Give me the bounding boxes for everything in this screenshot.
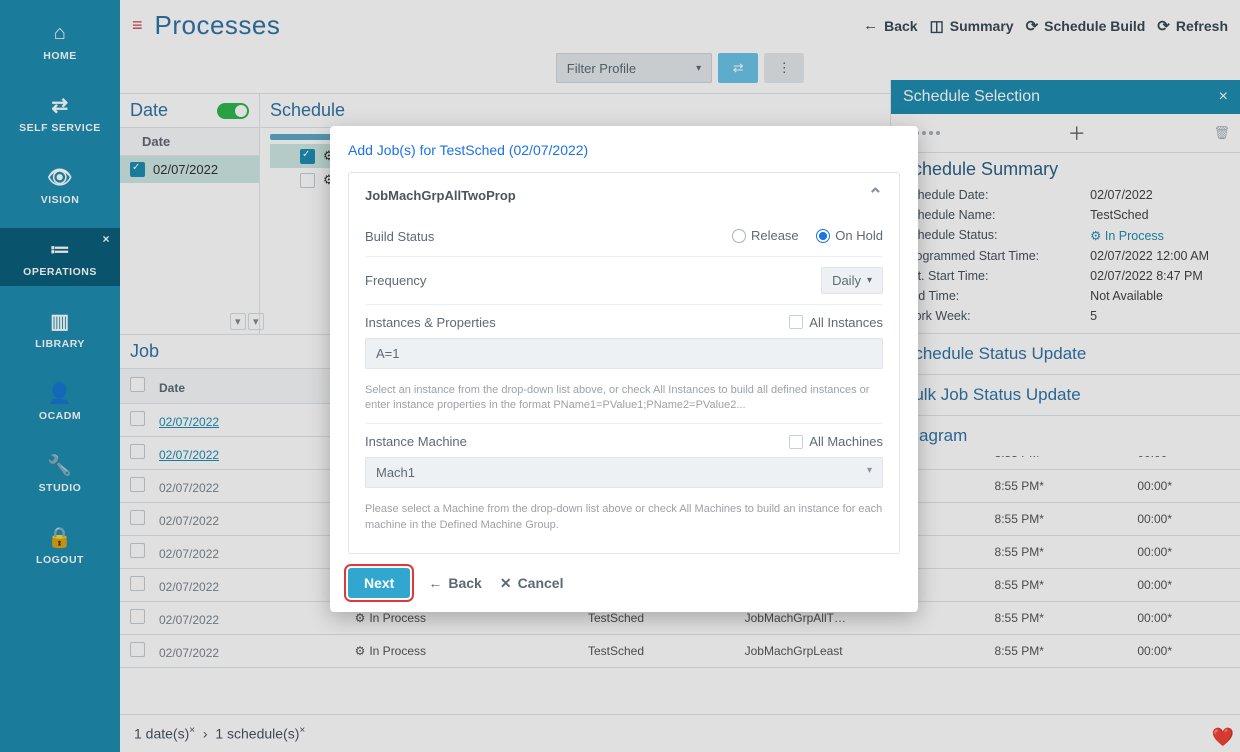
job-card: JobMachGrpAllTwoProp ⌃ Build Status Rele… [348,172,900,554]
caret-down-icon: ▾ [867,275,872,286]
instances-label: Instances & Properties [365,315,496,330]
job-card-title: JobMachGrpAllTwoProp [365,188,516,203]
modal-title: Add Job(s) for TestSched (02/07/2022) [348,142,900,158]
add-jobs-modal: Add Job(s) for TestSched (02/07/2022) Jo… [330,126,918,612]
machine-label: Instance Machine [365,434,467,449]
onhold-radio[interactable]: On Hold [816,228,883,243]
next-button[interactable]: Next [348,568,410,598]
all-instances-checkbox[interactable]: All Instances [789,315,883,330]
collapse-icon[interactable]: ⌃ [868,185,883,206]
frequency-select[interactable]: Daily ▾ [821,267,883,294]
arrow-left-icon: ← [428,575,442,591]
machine-help: Please select a Machine from the drop-do… [365,502,883,533]
release-radio[interactable]: Release [732,228,799,243]
frequency-label: Frequency [365,273,426,288]
cancel-button[interactable]: ✕Cancel [500,575,564,592]
build-status-label: Build Status [365,229,434,244]
all-machines-checkbox[interactable]: All Machines [789,434,883,449]
modal-back-button[interactable]: ←Back [428,575,481,591]
close-icon: ✕ [500,575,512,592]
caret-down-icon: ▾ [867,465,872,480]
instances-help: Select an instance from the drop-down li… [365,383,883,414]
instances-input[interactable]: A=1 [365,338,883,369]
machine-select[interactable]: Mach1 ▾ [365,457,883,488]
